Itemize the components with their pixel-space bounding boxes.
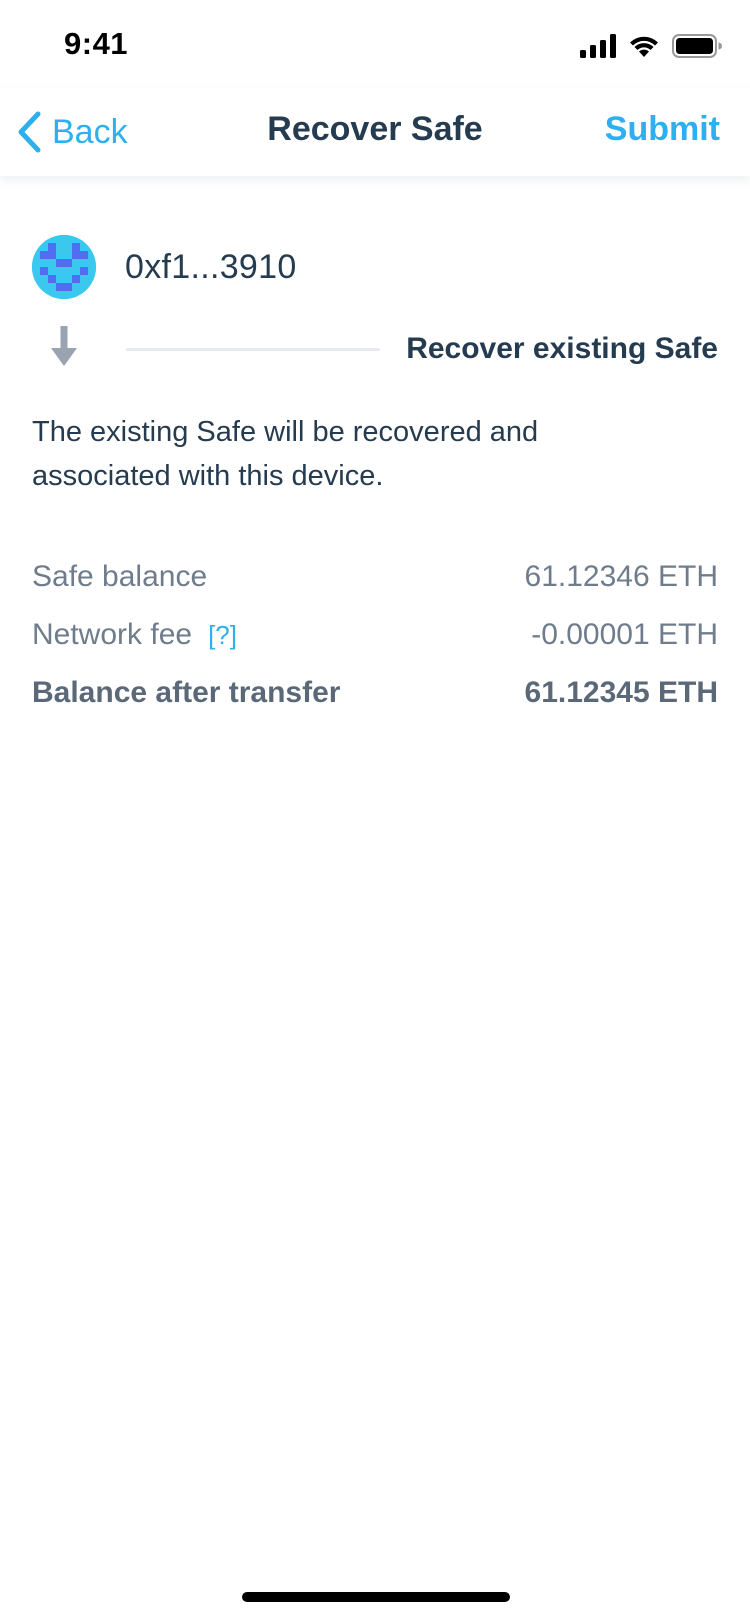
summary-table: Safe balance 61.12346 ETH Network fee [?… — [32, 548, 718, 722]
home-indicator[interactable] — [242, 1592, 510, 1602]
status-icons — [580, 32, 722, 60]
network-fee-label-group: Network fee [?] — [32, 618, 237, 652]
network-fee-value: -0.00001 ETH — [531, 618, 718, 651]
step-row: Recover existing Safe — [0, 324, 750, 372]
wifi-icon — [630, 36, 658, 57]
balance-after-row: Balance after transfer 61.12345 ETH — [32, 664, 718, 722]
battery-icon — [672, 34, 722, 58]
balance-after-label: Balance after transfer — [32, 676, 341, 709]
safe-row: 0xf1...3910 — [32, 234, 297, 300]
safe-avatar — [32, 235, 96, 299]
network-fee-row: Network fee [?] -0.00001 ETH — [32, 606, 718, 664]
back-button-label: Back — [52, 112, 128, 151]
submit-button[interactable]: Submit — [605, 110, 720, 149]
status-bar: 9:41 — [0, 0, 750, 88]
network-fee-label: Network fee — [32, 618, 193, 651]
chevron-left-icon — [18, 111, 41, 153]
navigation-bar: Back Recover Safe Submit — [0, 88, 750, 176]
identicon — [32, 235, 96, 299]
back-button[interactable]: Back — [16, 110, 128, 154]
safe-balance-row: Safe balance 61.12346 ETH — [32, 548, 718, 606]
safe-address: 0xf1...3910 — [125, 247, 297, 286]
step-label: Recover existing Safe — [406, 332, 718, 365]
safe-balance-label: Safe balance — [32, 560, 208, 593]
signal-icon — [580, 34, 616, 58]
description: The existing Safe will be recovered and … — [32, 416, 539, 492]
balance-after-value: 61.12345 ETH — [524, 676, 718, 709]
safe-balance-value: 61.12346 ETH — [524, 560, 718, 593]
arrow-down-icon — [51, 326, 77, 366]
step-divider — [126, 348, 380, 351]
network-fee-help-button[interactable]: [?] — [208, 620, 237, 651]
status-time: 9:41 — [64, 26, 129, 61]
